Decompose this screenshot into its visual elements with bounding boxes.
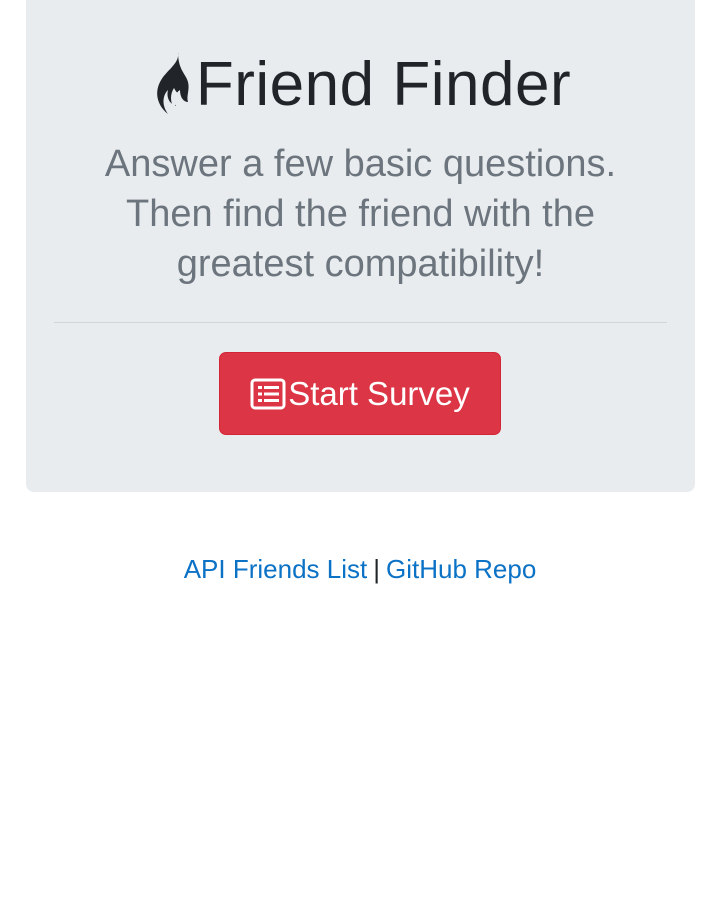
api-friends-list-link[interactable]: API Friends List (184, 554, 368, 584)
link-separator: | (373, 554, 380, 584)
list-icon (250, 378, 286, 410)
page: Friend Finder Answer a few basic questio… (0, 0, 720, 900)
title-text: Friend Finder (195, 50, 572, 119)
page-title: Friend Finder (26, 50, 695, 120)
start-survey-button[interactable]: Start Survey (219, 352, 501, 435)
fire-icon (150, 50, 196, 120)
github-repo-link[interactable]: GitHub Repo (386, 554, 536, 584)
lead-line-3: greatest compatibility! (176, 243, 545, 285)
lead-text: Answer a few basic questions. Then find … (46, 139, 675, 289)
start-survey-label: Start Survey (288, 374, 470, 412)
lead-line-1: Answer a few basic questions. (104, 143, 617, 185)
lead-line-2: Then find the friend with the (126, 193, 595, 235)
divider (54, 322, 667, 323)
jumbotron: Friend Finder Answer a few basic questio… (26, 0, 695, 492)
footer-links: API Friends List | GitHub Repo (0, 550, 720, 588)
